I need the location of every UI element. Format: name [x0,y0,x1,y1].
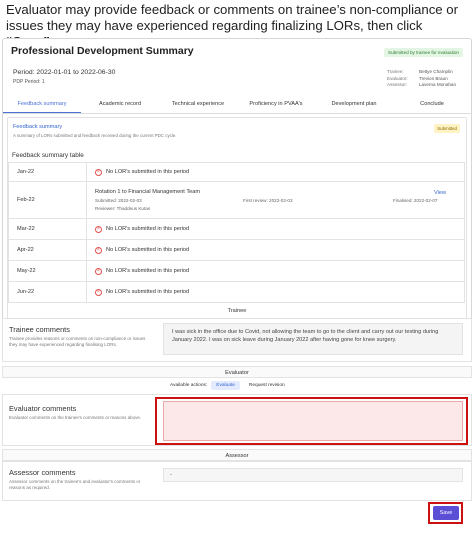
evaluator-comments-description: Evaluator comments on the trainee's comm… [9,415,142,420]
feedback-title: Feedback summary [13,124,63,130]
table-row: Mar-22 × No LOR's submitted in this perio… [9,219,464,240]
no-lor-text: No LOR's submitted in this period [106,289,190,295]
no-lor-text: No LOR's submitted in this period [106,226,190,232]
assessor-comment-box: - [163,468,463,482]
assessor-comments-section: Assessor comments Assessor comments on t… [2,461,472,501]
feedback-description: A summary of LORs submitted and feedback… [13,133,177,138]
people-list: Trainee: Bettye Champlin Evaluator: Trevio… [387,69,463,89]
table-row: Feb-22 Rotation 1 to Financial Managemen… [9,182,464,219]
finalised-date: Finalised: 2022-02-07 [393,198,438,203]
assessor-row: Assessor: Laverna Monahan [387,82,463,89]
trainees-header: Trainee [227,308,247,314]
tab-feedback-summary[interactable]: Feedback summary [3,96,81,113]
submitted-badge: Submitted [434,124,460,133]
rotation-title: Rotation 1 to Financial Management Team [95,189,200,195]
page-title: Professional Development Summary [11,45,194,57]
status-badge: Submitted by trainee for evaluation [384,48,463,57]
tab-bar: Feedback summary Academic record Technic… [3,96,471,114]
assessor-comments-description: Assessor comments on the trainee's and e… [9,479,141,490]
instruction-body: Evaluator may provide feedback or commen… [6,2,459,33]
table-row: Jan-22 × No LOR's submitted in this perio… [9,163,464,182]
table-row: Apr-22 × No LOR's submitted in this perio… [9,240,464,261]
period-text: Period: 2022-01-01 to 2022-06-30 [13,69,116,76]
row-content: × No LOR's submitted in this period [87,225,464,233]
first-review-date: First review: 2022-02-03 [243,198,293,203]
month-cell: May-22 [9,261,87,281]
row-content: × No LOR's submitted in this period [87,246,464,254]
no-lor-text: No LOR's submitted in this period [106,268,190,274]
row-content: × No LOR's submitted in this period [87,168,464,176]
table-row: Jun-22 × No LOR's submitted in this perio… [9,282,464,302]
person-name: Laverna Monahan [419,82,457,87]
x-circle-icon: × [95,246,102,254]
tab-conclude[interactable]: Conclude [393,96,471,113]
trainee-comments-description: Trainee provides reasons or comments on … [9,336,146,347]
evaluator-comments-title: Evaluator comments [9,404,77,413]
view-link[interactable]: View [434,190,446,196]
table-row: May-22 × No LOR's submitted in this perio… [9,261,464,282]
month-cell: Apr-22 [9,240,87,260]
evaluate-button[interactable]: Evaluate [211,381,240,390]
table-title: Feedback summary table [12,152,84,159]
available-actions-label: Available actions: [170,383,208,388]
request-revision-button[interactable]: Request revision [244,381,290,390]
x-circle-icon: × [95,267,102,275]
role-label: Assessor: [387,82,408,87]
tab-academic-record[interactable]: Academic record [81,96,159,113]
row-content: Rotation 1 to Financial Management Team … [87,189,464,211]
submitted-date: Submitted: 2022-02-03 [95,198,142,203]
evaluator-header: Evaluator [2,366,472,378]
month-cell: Mar-22 [9,219,87,239]
month-cell: Feb-22 [9,182,87,218]
x-circle-icon: × [95,225,102,233]
tab-proficiency[interactable]: Proficiency in PVAA's [237,96,315,113]
x-circle-icon: × [95,288,102,296]
trainee-comments-title: Trainee comments [9,325,70,334]
no-lor-text: No LOR's submitted in this period [106,169,190,175]
month-cell: Jan-22 [9,163,87,181]
rotation-dates: Submitted: 2022-02-03 First review: 2022… [95,198,437,203]
trainee-comment-box: I was sick in the office due to Covid, n… [163,323,463,355]
assessor-header: Assessor [2,449,472,461]
trainee-comments-section: Trainee comments Trainee provides reason… [2,318,472,362]
tab-technical-experience[interactable]: Technical experience [159,96,237,113]
reviewer-line: Reviewer: Thaddeus Kutas [95,206,150,211]
reviewer-name: Reviewer: Thaddeus Kutas [95,206,151,211]
pdp-number: PDP Period: 1 [13,79,45,85]
evaluator-highlight-box [155,397,468,445]
assessor-comments-title: Assessor comments [9,468,76,477]
feedback-table: Jan-22 × No LOR's submitted in this perio… [8,162,465,303]
x-circle-icon: × [95,168,102,176]
tab-development-plan[interactable]: Development plan [315,96,393,113]
available-actions: Available actions: Evaluate Request revi… [170,381,290,390]
row-content: × No LOR's submitted in this period [87,288,464,296]
no-lor-text: No LOR's submitted in this period [106,247,190,253]
row-content: × No LOR's submitted in this period [87,267,464,275]
save-highlight-box [428,502,463,524]
month-cell: Jun-22 [9,282,87,302]
